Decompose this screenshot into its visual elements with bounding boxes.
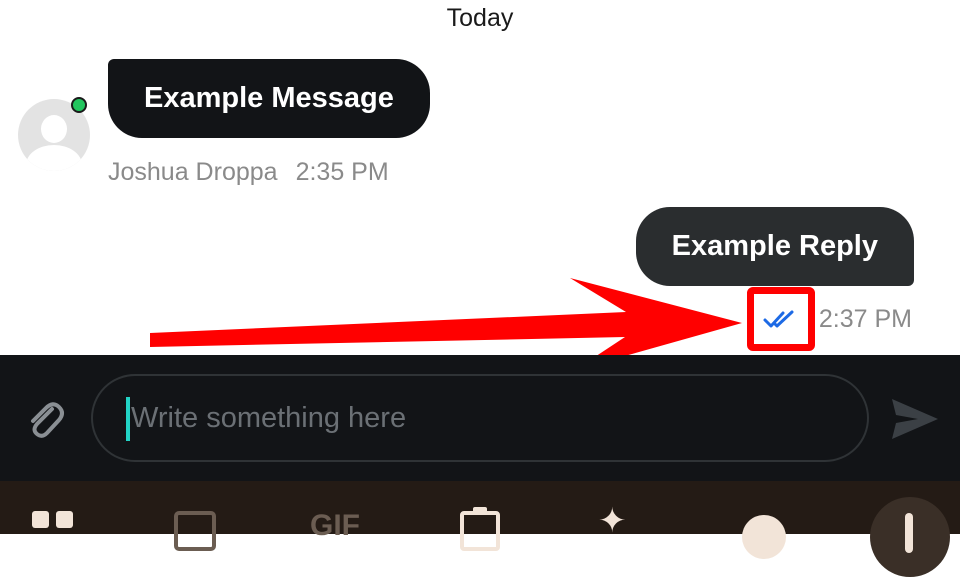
- sparkle-icon[interactable]: ✦: [598, 501, 627, 541]
- read-receipt-highlight: [747, 287, 815, 351]
- incoming-message-meta: Joshua Droppa 2:35 PM: [108, 158, 389, 187]
- emoji-grid-icon[interactable]: [32, 511, 74, 541]
- outgoing-time: 2:37 PM: [818, 305, 912, 333]
- paperclip-icon[interactable]: [22, 397, 68, 443]
- outgoing-message-bubble[interactable]: Example Reply: [635, 207, 914, 286]
- message-input-placeholder: Write something here: [131, 402, 407, 434]
- incoming-message-bubble[interactable]: Example Message: [108, 59, 430, 138]
- microphone-icon[interactable]: [870, 497, 950, 577]
- incoming-time: 2:35 PM: [295, 158, 389, 186]
- sender-name: Joshua Droppa: [108, 158, 278, 186]
- message-input[interactable]: Write something here: [91, 374, 869, 462]
- settings-gear-icon[interactable]: [742, 515, 786, 559]
- gif-icon[interactable]: GIF: [310, 509, 360, 543]
- date-separator: Today: [446, 4, 514, 32]
- message-composer: Write something here: [0, 355, 960, 481]
- keyboard-toolbar: GIF ✦: [0, 481, 960, 577]
- sticker-icon[interactable]: [174, 511, 216, 551]
- clipboard-icon[interactable]: [460, 507, 500, 551]
- send-icon[interactable]: [888, 395, 942, 443]
- text-caret: [126, 397, 130, 441]
- online-status-dot: [71, 97, 87, 113]
- chat-area: Today Example Message Joshua Droppa 2:35 …: [0, 0, 960, 355]
- double-check-icon: [763, 310, 794, 328]
